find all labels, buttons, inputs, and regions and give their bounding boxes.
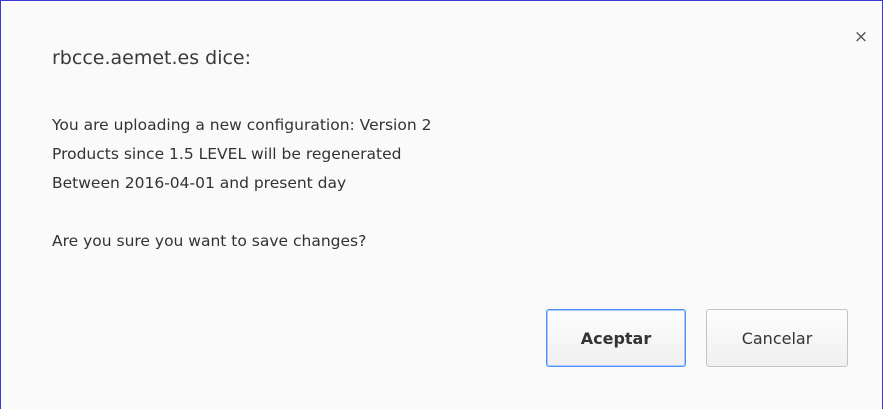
message-line: Between 2016-04-01 and present day — [52, 174, 347, 192]
close-icon[interactable]: × — [853, 29, 869, 46]
cancel-button[interactable]: Cancelar — [706, 309, 848, 367]
alert-dialog: × rbcce.aemet.es dice: You are uploading… — [0, 0, 883, 409]
message-spacer — [52, 198, 431, 227]
dialog-title: rbcce.aemet.es dice: — [52, 47, 252, 69]
message-line: Products since 1.5 LEVEL will be regener… — [52, 145, 402, 163]
dialog-message: You are uploading a new configuration: V… — [52, 111, 431, 256]
confirm-question: Are you sure you want to save changes? — [52, 232, 367, 250]
message-line: You are uploading a new configuration: V… — [52, 116, 432, 134]
accept-button[interactable]: Aceptar — [546, 309, 686, 367]
